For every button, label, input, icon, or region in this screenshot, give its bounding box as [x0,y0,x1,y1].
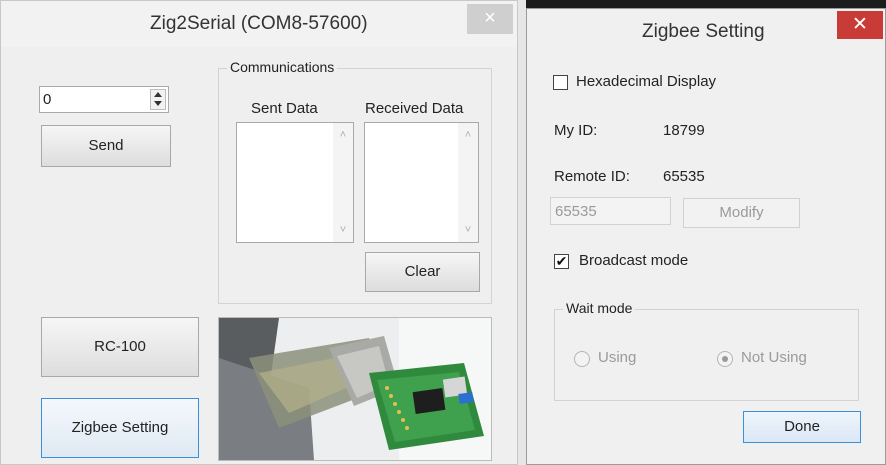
window-gap [518,0,526,465]
zigbee-setting-window: Zigbee Setting ✕ Hexadecimal Display My … [526,8,886,465]
zigbee-setting-button[interactable]: Zigbee Setting [41,398,199,458]
hex-display-label: Hexadecimal Display [576,73,717,90]
spinner-down-icon[interactable] [154,101,162,106]
clear-button[interactable]: Clear [365,252,480,292]
sent-data-scrollbar[interactable]: ˄ ˅ [333,123,353,242]
number-spinner[interactable]: 0 [39,86,169,113]
wait-mode-legend: Wait mode [563,300,636,316]
communications-legend: Communications [227,59,338,75]
broadcast-mode-label: Broadcast mode [579,252,689,269]
main-title-bar[interactable]: Zig2Serial (COM8-57600) × [1,1,517,47]
using-label: Using [598,349,637,366]
zig2serial-window: Zig2Serial (COM8-57600) × 0 Send Communi… [0,0,518,465]
remote-id-input[interactable]: 65535 [550,197,671,225]
main-window-title: Zig2Serial (COM8-57600) [150,13,368,34]
scroll-up-icon[interactable]: ˄ [333,129,353,141]
received-data-textbox[interactable]: ˄ ˅ [364,122,479,243]
wait-mode-group: Wait mode Using Not Using [554,300,859,401]
spinner-up-icon[interactable] [154,92,162,97]
main-close-button[interactable]: × [467,4,513,34]
usb-zigbee-adapter-icon [219,318,491,460]
using-radio[interactable] [574,351,590,367]
remote-id-input-value: 65535 [555,203,597,220]
remote-id-label: Remote ID: [554,168,630,185]
remote-id-value: 65535 [663,168,705,185]
spinner-value: 0 [43,91,52,108]
close-icon: ✕ [852,14,868,35]
done-button[interactable]: Done [743,411,861,443]
my-id-label: My ID: [554,122,598,139]
not-using-radio[interactable] [717,351,733,367]
not-using-label: Not Using [741,349,807,366]
checkmark-icon: ✔ [555,253,568,269]
my-id-value: 18799 [663,122,705,139]
modify-button[interactable]: Modify [683,198,800,228]
received-data-scrollbar[interactable]: ˄ ˅ [458,123,478,242]
settings-window-title: Zigbee Setting [642,21,765,42]
rc-100-button[interactable]: RC-100 [41,317,199,377]
device-photo [218,317,492,461]
sent-data-textbox[interactable]: ˄ ˅ [236,122,354,243]
hex-display-checkbox[interactable] [553,75,568,90]
settings-title-bar[interactable]: Zigbee Setting ✕ [527,9,885,55]
send-button[interactable]: Send [41,125,171,167]
spinner-buttons[interactable] [150,89,166,110]
scroll-up-icon[interactable]: ˄ [458,129,478,141]
scroll-down-icon[interactable]: ˅ [333,224,353,236]
scroll-down-icon[interactable]: ˅ [458,224,478,236]
received-data-label: Received Data [365,100,464,117]
settings-close-button[interactable]: ✕ [837,11,883,39]
broadcast-mode-checkbox[interactable]: ✔ [554,254,569,269]
sent-data-label: Sent Data [251,100,318,117]
close-icon: × [484,7,496,29]
communications-group: Communications Sent Data Received Data ˄… [218,59,492,304]
